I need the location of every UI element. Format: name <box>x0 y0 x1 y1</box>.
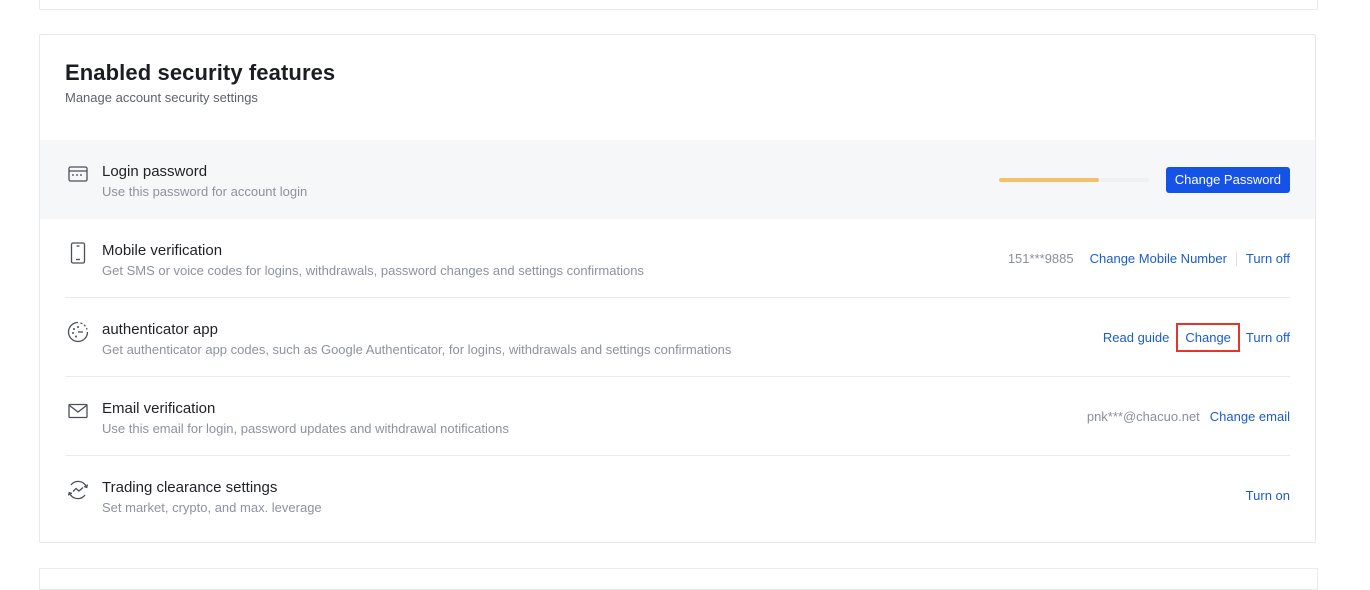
trading-turn-on-link[interactable]: Turn on <box>1246 488 1290 503</box>
password-window-icon <box>67 163 89 185</box>
password-strength-fill <box>998 177 1100 182</box>
change-mobile-number-link[interactable]: Change Mobile Number <box>1090 251 1227 266</box>
password-strength-bar <box>998 177 1149 182</box>
action-separator <box>1235 251 1237 266</box>
authenticator-app-description: Get authenticator app codes, such as Goo… <box>102 342 732 357</box>
security-features-card: Enabled security features Manage account… <box>39 34 1316 543</box>
mobile-phone-icon <box>67 242 89 264</box>
email-verification-title: Email verification <box>102 400 216 417</box>
read-guide-link[interactable]: Read guide <box>1103 330 1170 345</box>
section-title: Enabled security features <box>65 60 336 85</box>
mobile-verification-description: Get SMS or voice codes for logins, withd… <box>102 263 644 278</box>
next-card <box>39 568 1318 590</box>
email-verification-description: Use this email for login, password updat… <box>102 421 509 436</box>
login-password-actions: Change Password <box>998 140 1290 219</box>
authenticator-app-actions: Read guide Change Turn off <box>1103 298 1290 377</box>
mobile-verification-row: Mobile verification Get SMS or voice cod… <box>40 219 1315 298</box>
login-password-title: Login password <box>102 163 208 180</box>
trading-clearance-row: Trading clearance settings Set market, c… <box>40 456 1315 535</box>
section-subtitle: Manage account security settings <box>65 90 258 105</box>
trading-clearance-description: Set market, crypto, and max. leverage <box>102 500 322 515</box>
authenticator-turn-off-link[interactable]: Turn off <box>1246 330 1290 345</box>
authenticator-app-row: authenticator app Get authenticator app … <box>40 298 1315 377</box>
login-password-description: Use this password for account login <box>102 184 308 199</box>
envelope-icon <box>67 400 89 422</box>
email-verification-actions: pnk***@chacuo.net Change email <box>1087 377 1290 456</box>
authenticator-app-title: authenticator app <box>102 321 218 338</box>
trading-clearance-title: Trading clearance settings <box>102 479 278 496</box>
trading-clearance-actions: Turn on <box>1246 456 1290 535</box>
mobile-verification-actions: 151***9885 Change Mobile Number Turn off <box>1008 219 1290 298</box>
previous-card <box>39 0 1318 10</box>
email-verification-row: Email verification Use this email for lo… <box>40 377 1315 456</box>
masked-email-address: pnk***@chacuo.net <box>1086 409 1200 424</box>
change-password-button[interactable]: Change Password <box>1165 166 1290 193</box>
mobile-turn-off-link[interactable]: Turn off <box>1246 251 1290 266</box>
change-authenticator-link[interactable]: Change <box>1176 323 1240 352</box>
mobile-verification-title: Mobile verification <box>102 242 223 259</box>
authenticator-icon <box>67 321 89 343</box>
masked-mobile-number: 151***9885 <box>1007 251 1074 266</box>
change-email-link[interactable]: Change email <box>1210 409 1290 424</box>
login-password-row: Login password Use this password for acc… <box>40 140 1315 219</box>
trading-clearance-icon <box>67 479 89 501</box>
